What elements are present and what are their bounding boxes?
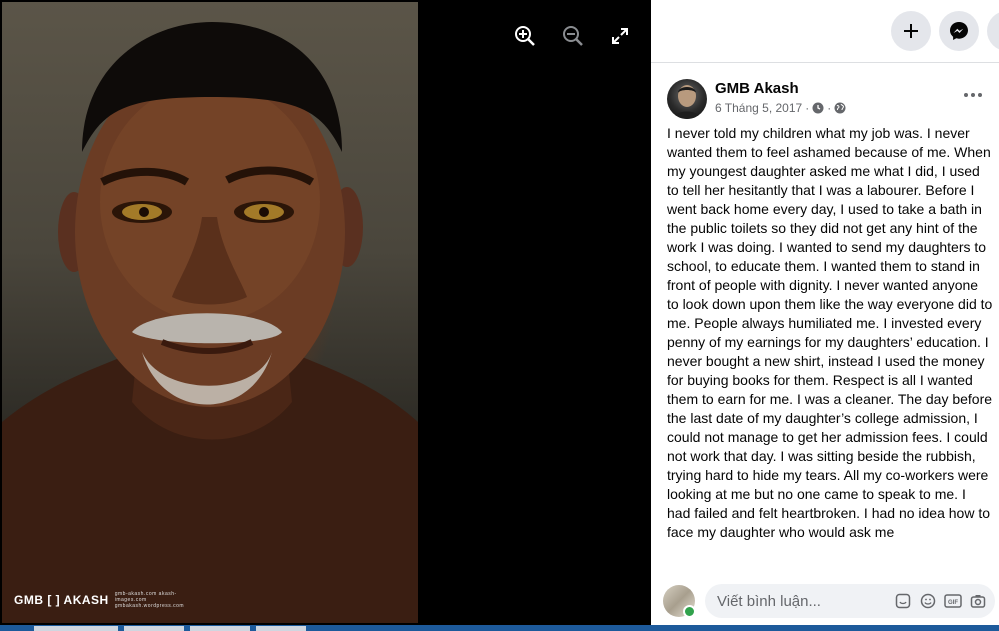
plus-icon [904, 24, 918, 38]
comment-tools: GIF [894, 592, 987, 610]
post-photo[interactable]: GMB [ ] AKASH gmb-akash.com akash-images… [2, 2, 418, 623]
taskbar-item[interactable] [256, 626, 306, 631]
fullscreen-button[interactable] [606, 22, 634, 50]
avatar-image [673, 85, 701, 119]
current-user-avatar[interactable] [663, 585, 696, 618]
emoji-icon[interactable] [919, 592, 937, 610]
sticker-icon[interactable] [894, 592, 912, 610]
comment-bar: Viết bình luận... GIF [651, 575, 999, 625]
fullscreen-icon [612, 28, 628, 44]
author-name[interactable]: GMB Akash [715, 80, 799, 97]
menu-button[interactable] [987, 11, 999, 51]
author-avatar[interactable] [667, 79, 707, 119]
post-panel: GMB Akash 6 Tháng 5, 2017 · · I never to… [651, 0, 999, 625]
messenger-icon [950, 22, 968, 40]
gif-icon[interactable]: GIF [944, 592, 962, 610]
top-bar [651, 0, 999, 63]
clock-icon [812, 102, 824, 114]
portrait-illustration [2, 22, 418, 623]
photo-viewer: GMB [ ] AKASH gmb-akash.com akash-images… [0, 0, 651, 625]
taskbar-item[interactable] [34, 626, 118, 631]
messenger-button[interactable] [939, 11, 979, 51]
taskbar-item[interactable] [124, 626, 184, 631]
zoom-in-icon [515, 26, 535, 46]
more-options-button[interactable] [959, 85, 987, 105]
photo-watermark: GMB [ ] AKASH gmb-akash.com akash-images… [14, 591, 195, 609]
post-meta: 6 Tháng 5, 2017 · · [715, 101, 846, 115]
watermark-urls: gmb-akash.com akash-images.com gmbakash.… [114, 591, 185, 609]
taskbar-strip [0, 625, 999, 631]
globe-icon[interactable] [834, 102, 846, 114]
post-date[interactable]: 6 Tháng 5, 2017 [715, 101, 802, 115]
meta-separator: · [805, 101, 810, 115]
zoom-out-icon [563, 26, 583, 46]
more-dots-icon [964, 93, 982, 97]
zoom-out-button[interactable] [559, 22, 587, 50]
watermark-logo: GMB [ ] AKASH [14, 593, 109, 607]
camera-icon[interactable] [969, 592, 987, 610]
svg-text:GIF: GIF [948, 600, 958, 606]
zoom-in-button[interactable] [511, 22, 539, 50]
meta-separator-2: · [827, 101, 832, 115]
post-header: GMB Akash 6 Tháng 5, 2017 · · [651, 63, 999, 123]
online-status-dot [683, 605, 696, 618]
post-text: I never told my children what my job was… [667, 125, 993, 540]
create-button[interactable] [891, 11, 931, 51]
taskbar-item[interactable] [190, 626, 250, 631]
comment-placeholder: Viết bình luận... [717, 592, 821, 610]
comment-input[interactable]: Viết bình luận... GIF [705, 584, 995, 618]
